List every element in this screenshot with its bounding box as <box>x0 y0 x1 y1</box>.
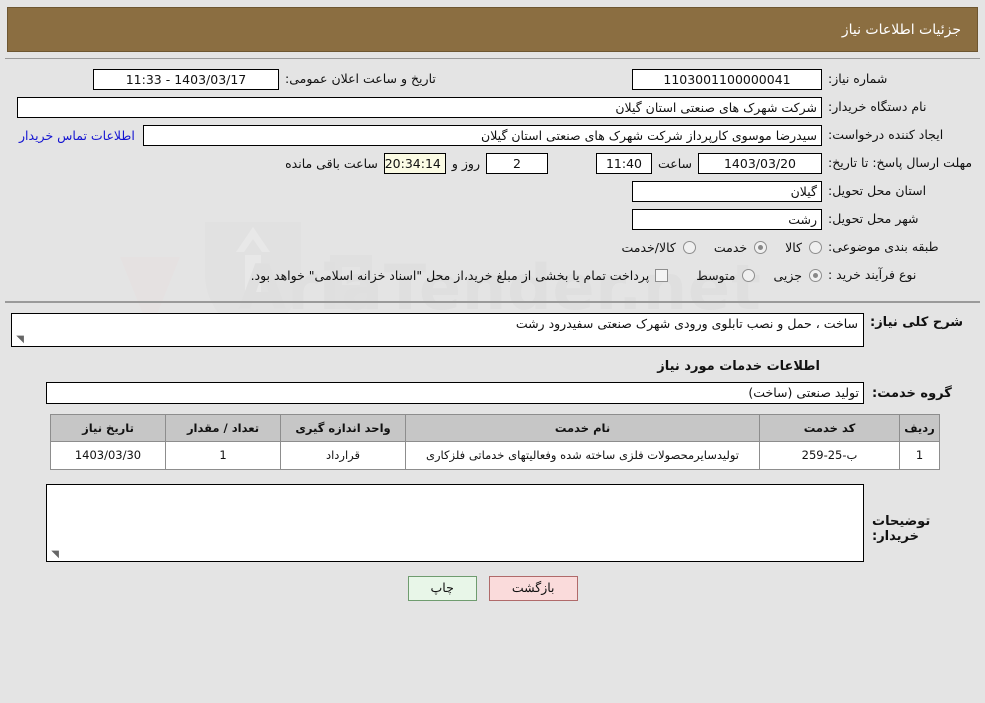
description-label: شرح کلی نیاز: <box>870 315 964 330</box>
th-date: تاریخ نیاز <box>50 414 166 442</box>
page-header: جزئیات اطلاعات نیاز <box>7 7 978 52</box>
description-value: ساخت ، حمل و نصب تابلوی ورودی شهرک صنعتی… <box>515 316 858 331</box>
remaining-days-label: روز و <box>451 156 480 171</box>
row-province: استان محل تحویل: گیلان <box>5 179 980 204</box>
creator-label: ایجاد کننده درخواست: <box>828 127 944 143</box>
service-group-label: گروه خدمت: <box>872 385 952 401</box>
radio-motevaset[interactable] <box>742 269 756 282</box>
buyer-org-value: شرکت شهرک های صنعتی استان گیلان <box>17 97 822 118</box>
cell-quantity: 1 <box>165 441 281 470</box>
th-unit: واحد اندازه گیری <box>280 414 406 442</box>
th-code: کد خدمت <box>759 414 900 442</box>
notes-resize-grip-icon: ◥ <box>51 548 59 560</box>
table-row: 1 ب-25-259 تولیدسایرمحصولات فلزی ساخته ش… <box>50 441 940 470</box>
radio-jozii[interactable] <box>809 269 822 282</box>
countdown-label: ساعت باقی مانده <box>285 156 378 171</box>
items-table-wrapper: ردیف کد خدمت نام خدمت واحد اندازه گیری ت… <box>5 414 980 470</box>
row-service-group: گروه خدمت: تولید صنعتی (ساخت) <box>5 382 980 414</box>
cell-code: ب-25-259 <box>759 441 900 470</box>
radio-khedmat-label: خدمت <box>713 240 748 255</box>
radio-kala[interactable] <box>809 241 822 254</box>
table-header-row: ردیف کد خدمت نام خدمت واحد اندازه گیری ت… <box>50 414 940 442</box>
th-name: نام خدمت <box>405 414 760 442</box>
row-buyer-notes: توضیحات خریدار: ◥ <box>5 470 980 562</box>
deadline-date-value: 1403/03/20 <box>698 153 822 174</box>
province-label: استان محل تحویل: <box>828 183 927 199</box>
row-purchase-process: نوع فرآیند خرید : جزیی متوسط پرداخت تمام… <box>5 263 980 288</box>
buyer-notes-label: توضیحات خریدار: <box>872 513 931 544</box>
deadline-label: مهلت ارسال پاسخ: تا تاریخ: <box>828 155 973 171</box>
row-creator: ایجاد کننده درخواست: سیدرضا موسوی کارپرد… <box>5 123 980 148</box>
deadline-hour-label: ساعت <box>657 156 692 171</box>
row-description: شرح کلی نیاز: ساخت ، حمل و نصب تابلوی ور… <box>5 313 980 347</box>
service-group-value: تولید صنعتی (ساخت) <box>46 382 864 404</box>
row-buyer-org: نام دستگاه خریدار: شرکت شهرک های صنعتی ا… <box>5 95 980 120</box>
buyer-contact-link[interactable]: اطلاعات تماس خریدار <box>11 128 143 143</box>
province-value: گیلان <box>632 181 822 202</box>
cell-name: تولیدسایرمحصولات فلزی ساخته شده وفعالیته… <box>405 441 760 470</box>
back-button[interactable]: بازگشت <box>488 575 578 601</box>
classification-label: طبقه بندی موضوعی: <box>828 239 939 255</box>
need-info-panel: شماره نیاز: 1103001100000041 تاریخ و ساع… <box>5 58 980 302</box>
th-quantity: تعداد / مقدار <box>165 414 281 442</box>
description-textarea[interactable]: ساخت ، حمل و نصب تابلوی ورودی شهرک صنعتی… <box>11 313 864 347</box>
row-city: شهر محل تحویل: رشت <box>5 207 980 232</box>
purchase-process-radio-group: جزیی متوسط <box>682 268 822 283</box>
radio-motevaset-label: متوسط <box>696 268 736 283</box>
deadline-hour-value: 11:40 <box>595 153 652 174</box>
th-index: ردیف <box>899 414 940 442</box>
radio-kala-label: کالا <box>785 240 802 255</box>
purchase-process-label: نوع فرآیند خرید : <box>828 267 917 283</box>
countdown-timer: 20:34:14 <box>383 153 446 174</box>
services-section-title: اطلاعات خدمات مورد نیاز <box>657 359 820 374</box>
page-title: جزئیات اطلاعات نیاز <box>841 21 961 38</box>
description-panel: شرح کلی نیاز: ساخت ، حمل و نصب تابلوی ور… <box>5 302 980 605</box>
row-deadline: مهلت ارسال پاسخ: تا تاریخ: 1403/03/20 سا… <box>5 151 980 176</box>
radio-jozii-label: جزیی <box>773 268 802 283</box>
announce-value: 1403/03/17 - 11:33 <box>93 69 279 90</box>
radio-kala-khedmat-label: کالا/خدمت <box>621 240 676 255</box>
remaining-days-value: 2 <box>485 153 548 174</box>
classification-radio-group: کالا خدمت کالا/خدمت <box>607 240 822 255</box>
treasury-checkbox-label: پرداخت تمام یا بخشی از مبلغ خرید،از محل … <box>250 268 650 283</box>
cell-unit: قرارداد <box>280 441 406 470</box>
row-classification: طبقه بندی موضوعی: کالا خدمت کالا/خدمت <box>5 235 980 260</box>
buyer-org-label: نام دستگاه خریدار: <box>828 99 927 115</box>
creator-value: سیدرضا موسوی کارپرداز شرکت شهرک های صنعت… <box>142 125 822 146</box>
announce-label: تاریخ و ساعت اعلان عمومی: <box>285 71 436 87</box>
radio-kala-khedmat[interactable] <box>682 241 696 254</box>
radio-khedmat[interactable] <box>754 241 768 254</box>
need-number-value: 1103001100000041 <box>632 69 822 90</box>
page-root: AriaTender.net جزئیات اطلاعات نیاز شماره… <box>0 7 985 703</box>
buyer-notes-textarea[interactable]: ◥ <box>46 483 864 562</box>
row-need-number: شماره نیاز: 1103001100000041 تاریخ و ساع… <box>5 67 980 92</box>
city-label: شهر محل تحویل: <box>828 211 919 227</box>
print-button[interactable]: چاپ <box>407 575 477 601</box>
need-number-label: شماره نیاز: <box>828 71 888 87</box>
footer-actions: بازگشت چاپ <box>5 575 980 601</box>
city-value: رشت <box>632 209 822 230</box>
resize-grip-icon: ◥ <box>16 334 24 345</box>
cell-date: 1403/03/30 <box>50 441 166 470</box>
treasury-checkbox[interactable] <box>655 269 669 282</box>
items-table: ردیف کد خدمت نام خدمت واحد اندازه گیری ت… <box>50 414 940 470</box>
cell-index: 1 <box>899 441 940 470</box>
